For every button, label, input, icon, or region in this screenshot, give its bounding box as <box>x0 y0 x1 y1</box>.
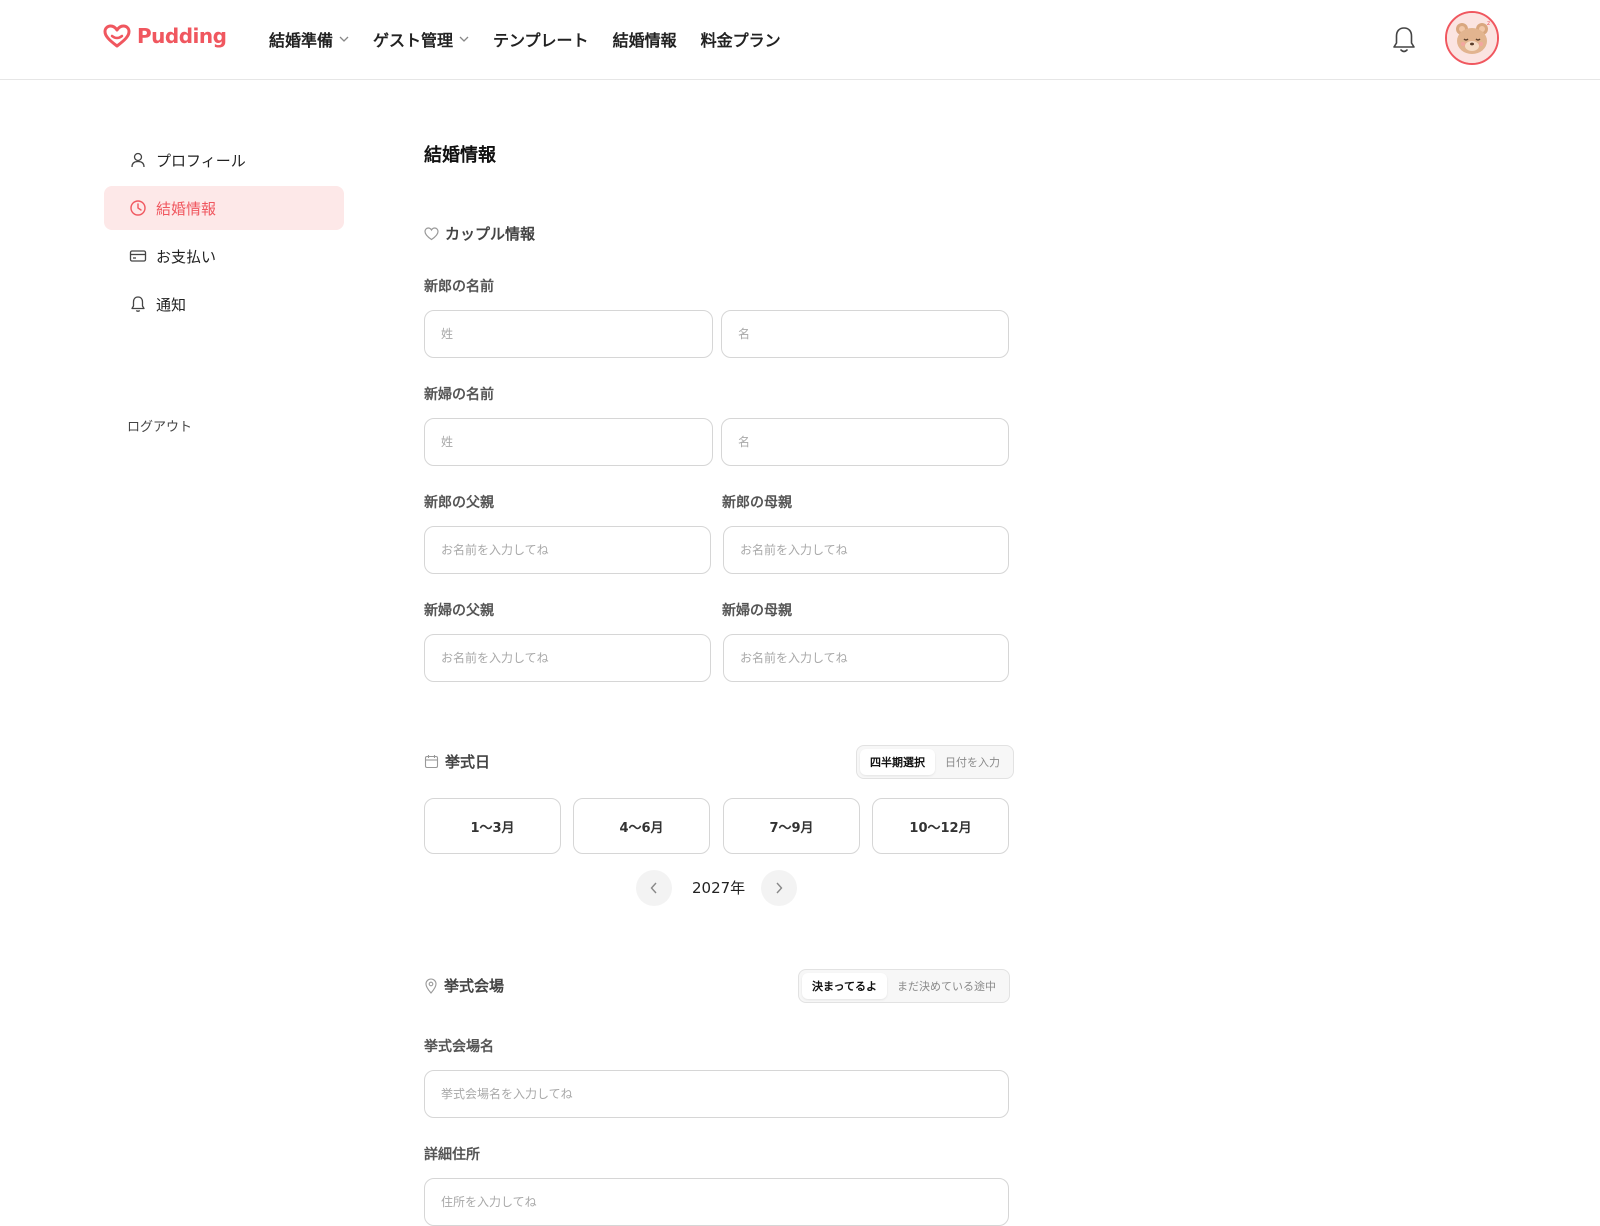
credit-card-icon <box>128 246 148 266</box>
nav-label: テンプレート <box>493 31 589 50</box>
sidebar-item-notifications[interactable]: 通知 <box>104 282 344 326</box>
sidebar-item-profile[interactable]: プロフィール <box>104 138 344 182</box>
groom-last-name-input[interactable] <box>424 310 713 358</box>
chevron-down-icon <box>339 36 349 42</box>
chevron-down-icon <box>459 36 469 42</box>
bride-father-label: 新婦の父親 <box>424 603 494 619</box>
nav-label: 料金プラン <box>700 31 781 50</box>
venue-mode-toggle: 決まってるよ まだ決めている途中 <box>798 969 1011 1003</box>
calendar-icon <box>424 754 439 769</box>
chevron-left-icon <box>650 882 658 894</box>
sidebar-item-wedding-info[interactable]: 結婚情報 <box>104 186 344 230</box>
location-pin-icon <box>424 977 438 994</box>
section-heading-text: カップル情報 <box>445 225 536 243</box>
nav-wedding-info[interactable]: 結婚情報 <box>613 27 677 51</box>
logo-text: Pudding <box>137 24 227 48</box>
heart-icon <box>424 226 439 241</box>
prev-year-button[interactable] <box>636 870 672 906</box>
groom-name-label: 新郎の名前 <box>424 279 494 295</box>
next-year-button[interactable] <box>761 870 797 906</box>
nav-label: 結婚準備 <box>269 31 334 50</box>
bride-mother-label: 新婦の母親 <box>722 603 792 619</box>
venue-undecided-option[interactable]: まだ決めている途中 <box>887 973 1006 999</box>
quarter-button-q3[interactable]: 7〜9月 <box>723 798 860 854</box>
bride-last-name-input[interactable] <box>424 418 713 466</box>
year-label: 2027年 <box>692 879 746 897</box>
bride-first-name-input[interactable] <box>721 418 1009 466</box>
nav-wedding-prep[interactable]: 結婚準備 <box>269 27 349 51</box>
nav-templates[interactable]: テンプレート <box>493 27 589 51</box>
svg-text:z: z <box>1487 20 1490 27</box>
logout-link[interactable]: ログアウト <box>127 416 192 435</box>
venue-heading: 挙式会場 <box>424 975 504 996</box>
sidebar-item-label: 通知 <box>156 295 187 314</box>
groom-mother-input[interactable] <box>723 526 1009 574</box>
venue-decided-option[interactable]: 決まってるよ <box>802 973 888 999</box>
person-icon <box>128 150 148 170</box>
address-label: 詳細住所 <box>424 1147 480 1163</box>
clock-icon <box>128 198 148 218</box>
venue-name-input[interactable] <box>424 1070 1009 1118</box>
sidebar-item-label: 結婚情報 <box>156 199 217 218</box>
couple-info-heading: カップル情報 <box>424 223 535 244</box>
quarter-button-q4[interactable]: 10〜12月 <box>872 798 1009 854</box>
settings-sidebar: プロフィール 結婚情報 お支払い 通知 ログアウト <box>104 138 344 435</box>
quarter-select-option[interactable]: 四半期選択 <box>860 749 935 775</box>
section-heading-text: 挙式会場 <box>444 977 505 995</box>
quarter-button-q2[interactable]: 4〜6月 <box>573 798 710 854</box>
groom-first-name-input[interactable] <box>721 310 1009 358</box>
avatar[interactable]: z <box>1445 11 1499 65</box>
nav-guest-management[interactable]: ゲスト管理 <box>373 27 469 51</box>
top-header: Pudding 結婚準備 ゲスト管理 テンプレート 結婚情報 料金プラン z <box>0 0 1600 80</box>
logo[interactable]: Pudding <box>103 24 227 48</box>
nav-pricing[interactable]: 料金プラン <box>701 27 781 51</box>
groom-father-label: 新郎の父親 <box>424 495 494 511</box>
quarter-button-q1[interactable]: 1〜3月 <box>424 798 561 854</box>
venue-name-label: 挙式会場名 <box>424 1039 494 1055</box>
ceremony-date-heading: 挙式日 <box>424 751 490 772</box>
main-nav: 結婚準備 ゲスト管理 テンプレート 結婚情報 料金プラン <box>269 27 805 51</box>
notification-bell-icon[interactable] <box>1391 25 1417 55</box>
sidebar-item-label: プロフィール <box>156 151 246 170</box>
groom-mother-label: 新郎の母親 <box>722 495 792 511</box>
chevron-right-icon <box>775 882 783 894</box>
bride-name-label: 新婦の名前 <box>424 387 494 403</box>
date-input-option[interactable]: 日付を入力 <box>935 749 1010 775</box>
bride-father-input[interactable] <box>424 634 711 682</box>
heart-logo-icon <box>103 24 131 48</box>
sidebar-item-payment[interactable]: お支払い <box>104 234 344 278</box>
sidebar-item-label: お支払い <box>156 247 217 266</box>
bell-icon <box>128 294 148 314</box>
nav-label: 結婚情報 <box>612 31 677 50</box>
date-mode-toggle: 四半期選択 日付を入力 <box>856 745 1014 779</box>
groom-father-input[interactable] <box>424 526 711 574</box>
address-input[interactable] <box>424 1178 1009 1226</box>
section-heading-text: 挙式日 <box>445 753 491 771</box>
nav-label: ゲスト管理 <box>373 31 454 50</box>
page-title: 結婚情報 <box>424 145 496 166</box>
bride-mother-input[interactable] <box>723 634 1009 682</box>
